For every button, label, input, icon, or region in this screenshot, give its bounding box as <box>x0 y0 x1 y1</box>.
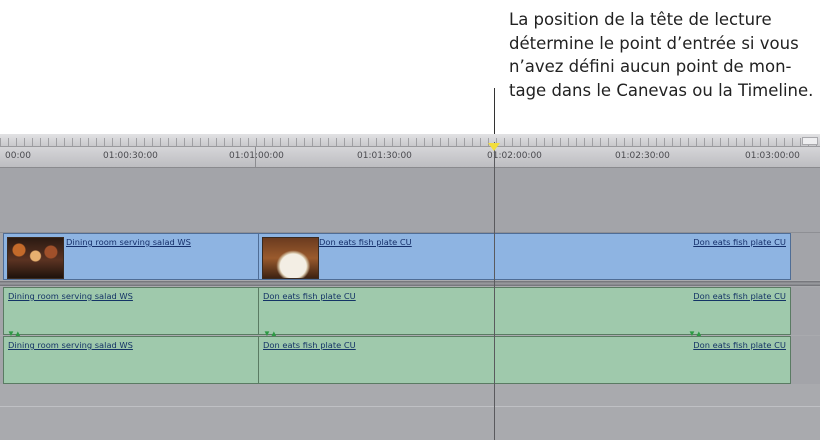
time-ruler[interactable]: 00:00 01:00:30:00 01:01:00:00 01:01:30:0… <box>0 147 820 168</box>
clip-name: Don eats fish plate CU <box>263 340 356 350</box>
empty-video-track[interactable] <box>0 168 820 233</box>
zoom-control[interactable] <box>802 137 818 145</box>
clip-name: Dining room serving salad WS <box>8 340 133 350</box>
video-audio-divider[interactable] <box>0 281 820 286</box>
clip-name: Dining room serving salad WS <box>8 291 133 301</box>
video-clip[interactable]: Don eats fish plate CU <box>258 233 495 280</box>
audio-track-1[interactable]: Dining room serving salad WS Don eats fi… <box>0 287 820 335</box>
timeline[interactable]: 00:00 01:00:30:00 01:01:00:00 01:01:30:0… <box>0 134 820 440</box>
page: La position de la tête de lecture déterm… <box>0 0 820 440</box>
fish-plate-thumbnail <box>262 237 319 279</box>
ruler-timecode: 01:01:30:00 <box>357 151 412 161</box>
dining-room-thumbnail <box>7 237 64 279</box>
audio-track-2[interactable]: ▼▲ Dining room serving salad WS ▼▲ Don e… <box>0 330 820 384</box>
callout-line: n’avez défini aucun point de mon- <box>509 57 792 76</box>
link-sync-icon: ▼▲ <box>7 329 22 338</box>
clip-name: Don eats fish plate CU <box>693 291 786 301</box>
callout-line: détermine le point d’entrée si vous <box>509 33 799 53</box>
clip-name: Don eats fish plate CU <box>263 291 356 301</box>
clip-name: Don eats fish plate CU <box>693 340 786 350</box>
video-clip[interactable]: Dining room serving salad WS <box>3 233 259 280</box>
playhead-icon[interactable] <box>488 143 500 151</box>
clip-name: Dining room serving salad WS <box>66 237 191 247</box>
callout-line: tage dans le Canevas ou la Timeline. <box>509 80 814 100</box>
link-sync-icon: ▼▲ <box>263 329 278 338</box>
video-track[interactable]: Dining room serving salad WS Don eats fi… <box>0 233 820 280</box>
ruler-timecode: 01:00:30:00 <box>103 151 158 161</box>
audio-clip[interactable]: ▼▲ Don eats fish plate CU <box>494 330 791 384</box>
audio-clip[interactable]: Don eats fish plate CU <box>494 287 791 335</box>
video-clip[interactable]: Don eats fish plate CU <box>494 233 791 280</box>
ruler-timecode: 01:01:00:00 <box>229 151 284 161</box>
ruler-timecode: 01:02:00:00 <box>487 151 542 161</box>
ruler-timecode: 01:02:30:00 <box>615 151 670 161</box>
timeline-scroller[interactable] <box>0 134 820 147</box>
audio-clip[interactable]: Dining room serving salad WS <box>3 287 259 335</box>
empty-audio-track[interactable] <box>0 386 820 440</box>
audio-clip[interactable]: Don eats fish plate CU <box>258 287 495 335</box>
ruler-timecode: 00:00 <box>5 151 31 161</box>
playhead-line[interactable] <box>494 142 495 440</box>
clip-name: Don eats fish plate CU <box>693 237 786 247</box>
ruler-ticks <box>0 138 820 146</box>
audio-clip[interactable]: ▼▲ Dining room serving salad WS <box>3 330 259 384</box>
callout-line: La position de la tête de lecture <box>509 10 772 29</box>
link-sync-icon: ▼▲ <box>688 329 703 338</box>
ruler-timecode: 01:03:00:00 <box>745 151 800 161</box>
clip-name: Don eats fish plate CU <box>319 237 412 247</box>
audio-clip[interactable]: ▼▲ Don eats fish plate CU <box>258 330 495 384</box>
track-separator <box>0 406 820 407</box>
playhead-callout: La position de la tête de lecture déterm… <box>509 8 814 102</box>
